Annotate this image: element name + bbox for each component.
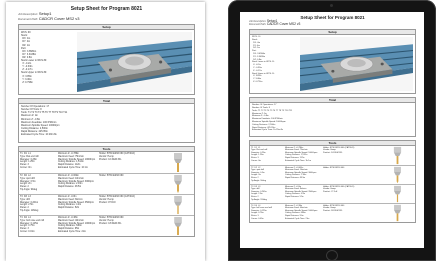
tool-stats-cell: Minimum Z: -0.8in Maximum Feed: 8in/min … xyxy=(58,195,94,210)
tool-row: T2 D2 L2 Type: spot drill Diameter: 0.5i… xyxy=(250,165,415,184)
tool-image xyxy=(162,174,194,194)
total-details: Number Of Operations: 17 Number Of Tools… xyxy=(252,104,293,132)
tool-row: T3 D3 L3 Type: drill Diameter: 0.201in L… xyxy=(250,184,415,203)
tool-holder-cell: Holder: BT30 ER16 060 Vendor: Hemp Produ… xyxy=(99,216,124,225)
tool-id-cell: T3 D3 L3 Type: drill Diameter: 0.201in L… xyxy=(251,185,267,201)
tool-id-cell: T4 D4 L4 Type: bull nose end mill Diamet… xyxy=(251,204,272,220)
tool-id-cell: T3 D3 L3 Type: drill Diameter: 0.201in L… xyxy=(20,195,39,213)
tool-image xyxy=(380,166,415,184)
tablet-screen[interactable]: Setup Sheet for Program 8021 Job Descrip… xyxy=(240,12,424,248)
setup-details: WCS: #0 Stock: DX: 4in DY: 4in DZ: 1in P… xyxy=(252,36,275,83)
tools-section: Tools T1 D1 L1 Type: Flat end mill Diame… xyxy=(249,140,416,224)
tool-row: T1 D1 L1 Type: Flat end mill Diameter: 0… xyxy=(250,146,415,165)
tablet-device: Setup Sheet for Program 8021 Job Descrip… xyxy=(228,0,436,261)
tool-row: T3 D3 L3 Type: drill Diameter: 0.201in L… xyxy=(19,194,194,215)
tool-stats-cell: Minimum Z: -0.38in Maximum Feed: 40in/mi… xyxy=(285,204,318,220)
tool-holder-cell: Holder: BT30 ER16 060 xyxy=(323,166,345,169)
printed-setup-sheet: Setup Sheet for Program 8021 Job Descrip… xyxy=(6,2,205,261)
setup-model-image xyxy=(77,32,192,93)
total-section: Total Number Of Operations: 17 Number Of… xyxy=(249,97,416,138)
tool-row: T2 D2 L2 Type: spot drill Diameter: 0.5i… xyxy=(19,173,194,194)
tool-id-cell: T2 D2 L2 Type: spot drill Diameter: 0.5i… xyxy=(20,174,38,192)
job-description-label: Job Description: xyxy=(18,12,39,16)
document-path-value: CADCR Cover MS2 v3 xyxy=(266,22,301,27)
total-details: Number Of Operations: 17 Number Of Tools… xyxy=(21,105,68,137)
tool-id-cell: T1 D1 L1 Type: Flat end mill Diameter: 0… xyxy=(20,152,39,170)
document-path-label: Document Path: xyxy=(18,16,39,21)
total-section: Total Number Of Operations: 17 Number Of… xyxy=(18,98,195,144)
tool-stats-cell: Minimum Z: -0.062in Maximum Feed: 10in/m… xyxy=(285,166,317,180)
tool-id-cell: T2 D2 L2 Type: spot drill Diameter: 0.5i… xyxy=(251,166,266,182)
setup-model-image xyxy=(300,37,413,92)
tool-row: T1 D1 L1 Type: Flat end mill Diameter: 0… xyxy=(19,152,194,173)
tool-image xyxy=(162,152,194,173)
camera-icon xyxy=(330,4,333,7)
sheet-meta: Job Description: Setup1 Document Path: C… xyxy=(18,12,195,21)
tool-row: T4 D4 L4 Type: bull nose end mill Diamet… xyxy=(19,215,194,236)
setup-section: Setup WCS: #0 Stock: DX: 4in DY: 4in DZ:… xyxy=(18,24,195,96)
tool-id-cell: T1 D1 L1 Type: Flat end mill Diameter: 0… xyxy=(251,146,268,162)
tool-stats-cell: Minimum Z: -0.38in Maximum Feed: 40in/mi… xyxy=(58,216,96,234)
tool-image xyxy=(162,216,194,236)
tool-holder-cell: Holder: BT30 ER16 060 (CAT30-D) Vendor: … xyxy=(323,185,355,193)
tool-row: T4 D4 L4 Type: bull nose end mill Diamet… xyxy=(250,203,415,222)
tool-holder-cell: Holder: BT30 ER16 060 (CAT30-D) Vendor: … xyxy=(99,152,135,161)
sheet-meta: Job Description: Setup1 Document Path: C… xyxy=(249,19,416,27)
tool-image xyxy=(380,185,415,203)
setup-details: WCS: #0 Stock: DX: 4in DY: 4in DZ: 1in P… xyxy=(21,31,47,84)
tool-id-cell: T4 D4 L4 Type: bull nose end mill Diamet… xyxy=(20,216,45,234)
tool-stats-cell: Minimum Z: -0.786in Maximum Feed: 75in/m… xyxy=(58,152,96,170)
tool-image xyxy=(162,195,194,215)
tool-stats-cell: Minimum Z: -0.786in Maximum Feed: 75in/m… xyxy=(285,146,318,162)
document-path-value: CADCR Cover MS2 v3 xyxy=(38,15,80,21)
tool-stats-cell: Minimum Z: -0.062in Maximum Feed: 10in/m… xyxy=(58,174,94,189)
setup-section: Setup WCS: #0 Stock: DX: 4in DY: 4in DZ:… xyxy=(249,29,416,95)
home-button[interactable] xyxy=(326,250,338,261)
tool-image xyxy=(380,204,415,222)
tools-section: Tools T1 D1 L1 Type: Flat end mill Diame… xyxy=(18,146,195,238)
tool-holder-cell: Holder: BT30 ER16 060 Vendor: Hemp Produ… xyxy=(323,204,345,212)
tool-image xyxy=(380,146,415,165)
tool-stats-cell: Minimum Z: -0.8in Maximum Feed: 8in/min … xyxy=(285,185,317,199)
tool-holder-cell: Holder: BT30 ER16 060 xyxy=(99,174,124,177)
tool-holder-cell: Holder: BT30 ER16 060 (CAT30-D) Vendor: … xyxy=(99,195,135,204)
tool-holder-cell: Holder: BT30 ER16 060 (CAT30-D) Vendor: … xyxy=(323,146,355,154)
document-path-label: Document Path: xyxy=(249,23,267,27)
